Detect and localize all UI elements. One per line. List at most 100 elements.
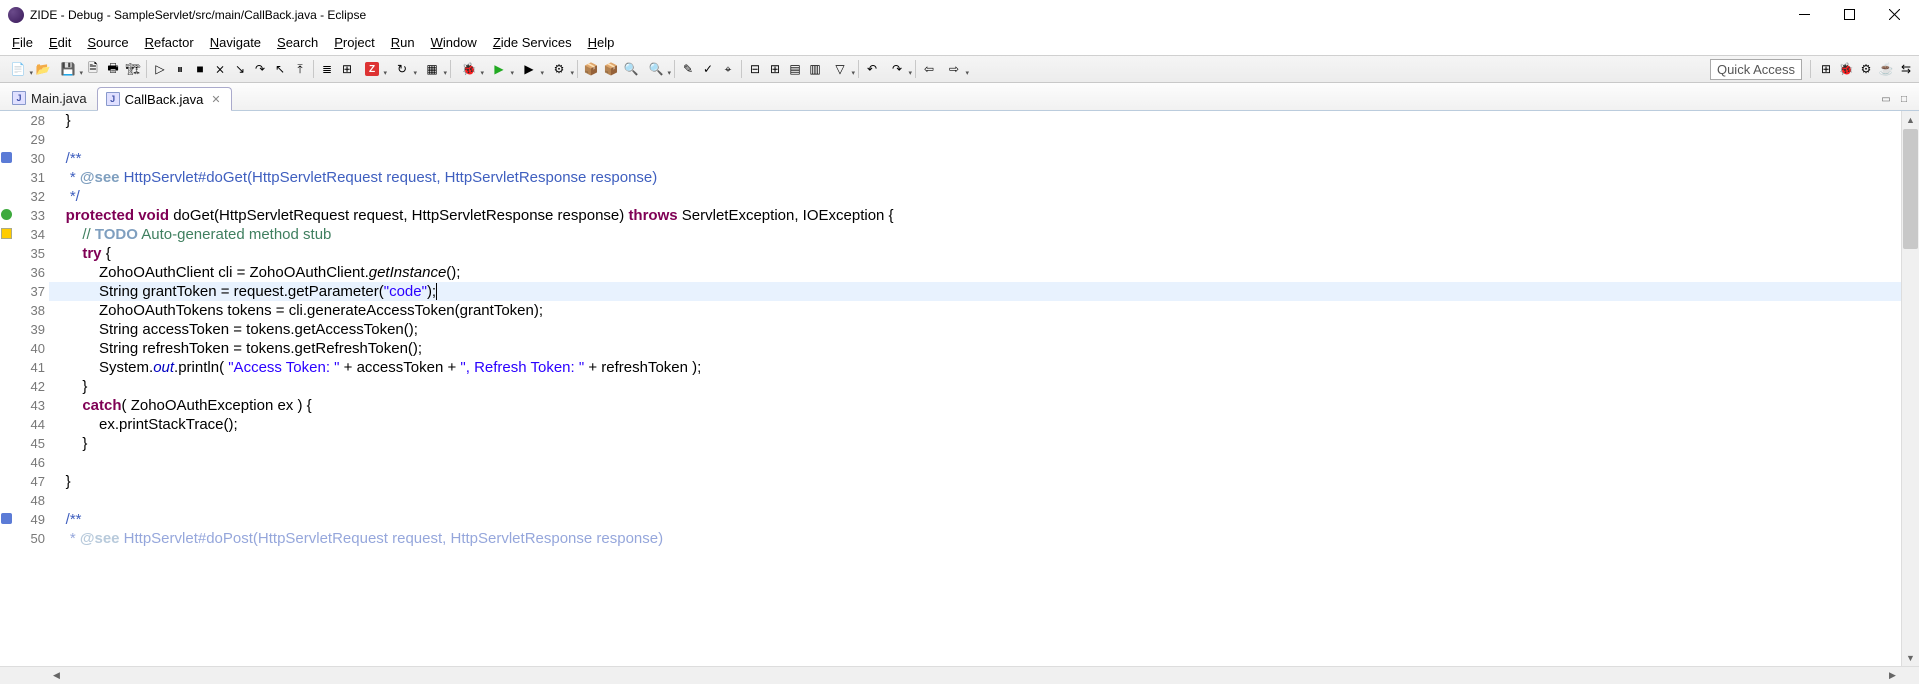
code-line-31[interactable]: * @see HttpServlet#doGet(HttpServletRequ… <box>49 168 1901 187</box>
line-number[interactable]: 32 <box>15 187 45 206</box>
code-line-34[interactable]: // TODO Auto-generated method stub <box>49 225 1901 244</box>
perspective-2-button[interactable]: ⚙ <box>1857 60 1875 78</box>
perspective-0-button[interactable]: ⊞ <box>1817 60 1835 78</box>
annotation-line-49[interactable] <box>0 510 15 529</box>
task-button[interactable]: ✓ <box>699 60 717 78</box>
minimize-view-icon[interactable]: ▭ <box>1879 92 1893 106</box>
code-line-49[interactable]: /** <box>49 510 1901 529</box>
redo-button[interactable]: ↷▾ <box>883 60 911 78</box>
close-button[interactable] <box>1872 0 1917 30</box>
annotation-line-48[interactable] <box>0 491 15 510</box>
line-number-gutter[interactable]: 2829303132333435363738394041424344454647… <box>15 111 49 666</box>
stepin-button[interactable]: ↘ <box>231 60 249 78</box>
code-line-48[interactable] <box>49 491 1901 510</box>
tog2-button[interactable]: ⊞ <box>766 60 784 78</box>
scroll-left-icon[interactable]: ◀ <box>48 667 65 684</box>
line-number[interactable]: 36 <box>15 263 45 282</box>
r1-button[interactable]: ↻▾ <box>388 60 416 78</box>
rundd-button[interactable]: ▶▾ <box>515 60 543 78</box>
annotation-line-39[interactable] <box>0 320 15 339</box>
line-number[interactable]: 37 <box>15 282 45 301</box>
menu-help[interactable]: Help <box>580 32 623 53</box>
annotation-line-43[interactable] <box>0 396 15 415</box>
line-number[interactable]: 44 <box>15 415 45 434</box>
line-number[interactable]: 40 <box>15 339 45 358</box>
code-line-37[interactable]: String grantToken = request.getParameter… <box>49 282 1901 301</box>
undo-button[interactable]: ↶ <box>863 60 881 78</box>
code-line-29[interactable] <box>49 130 1901 149</box>
line-number[interactable]: 33 <box>15 206 45 225</box>
debug-button[interactable]: 🐞▾ <box>455 60 483 78</box>
stepover-button[interactable]: ↷ <box>251 60 269 78</box>
wand-button[interactable]: ✎ <box>679 60 697 78</box>
vertical-thumb[interactable] <box>1903 129 1918 249</box>
line-number[interactable]: 46 <box>15 453 45 472</box>
line-number[interactable]: 28 <box>15 111 45 130</box>
flt-button[interactable]: ▽▾ <box>826 60 854 78</box>
save-button[interactable]: 💾▾ <box>54 60 82 78</box>
horizontal-track[interactable] <box>105 667 1844 684</box>
annotation-line-46[interactable] <box>0 453 15 472</box>
perspective-4-button[interactable]: ⇆ <box>1897 60 1915 78</box>
code-area[interactable]: } /** * @see HttpServlet#doGet(HttpServl… <box>49 111 1901 666</box>
r2-button[interactable]: ▦▾ <box>418 60 446 78</box>
code-line-35[interactable]: try { <box>49 244 1901 263</box>
annotation-line-45[interactable] <box>0 434 15 453</box>
tog3-button[interactable]: ▤ <box>786 60 804 78</box>
line-number[interactable]: 43 <box>15 396 45 415</box>
menu-search[interactable]: Search <box>269 32 326 53</box>
scroll-right-icon[interactable]: ▶ <box>1884 667 1901 684</box>
code-line-40[interactable]: String refreshToken = tokens.getRefreshT… <box>49 339 1901 358</box>
menu-refactor[interactable]: Refactor <box>137 32 202 53</box>
line-number[interactable]: 39 <box>15 320 45 339</box>
code-line-47[interactable]: } <box>49 472 1901 491</box>
code-editor[interactable]: 2829303132333435363738394041424344454647… <box>0 111 1919 666</box>
ext-button[interactable]: ⚙▾ <box>545 60 573 78</box>
code-line-30[interactable]: /** <box>49 149 1901 168</box>
annotation-gutter[interactable] <box>0 111 15 666</box>
code-line-43[interactable]: catch( ZohoOAuthException ex ) { <box>49 396 1901 415</box>
menu-zide-services[interactable]: Zide Services <box>485 32 580 53</box>
line-number[interactable]: 35 <box>15 244 45 263</box>
stop-button[interactable]: ■ <box>191 60 209 78</box>
open-button[interactable]: 📂 <box>34 60 52 78</box>
scroll-down-icon[interactable]: ▼ <box>1902 649 1919 666</box>
code-line-39[interactable]: String accessToken = tokens.getAccessTok… <box>49 320 1901 339</box>
annotation-line-37[interactable] <box>0 282 15 301</box>
build-button[interactable]: 🏗 <box>124 60 142 78</box>
quick-access-input[interactable]: Quick Access <box>1710 59 1802 80</box>
code-line-46[interactable] <box>49 453 1901 472</box>
back-button[interactable]: ⇦ <box>920 60 938 78</box>
annotation-line-40[interactable] <box>0 339 15 358</box>
toggle-button[interactable]: ≣ <box>318 60 336 78</box>
new-button[interactable]: 📄▾ <box>4 60 32 78</box>
annotation-line-33[interactable] <box>0 206 15 225</box>
annotation-line-32[interactable] <box>0 187 15 206</box>
run-button[interactable]: ▶▾ <box>485 60 513 78</box>
annotation-line-31[interactable] <box>0 168 15 187</box>
type-button[interactable]: 🔍 <box>622 60 640 78</box>
perspective-3-button[interactable]: ☕ <box>1877 60 1895 78</box>
pause-button[interactable]: ⏸ <box>171 60 189 78</box>
close-tab-icon[interactable]: ✕ <box>211 93 220 106</box>
disc-button[interactable]: ⨯ <box>211 60 229 78</box>
menu-navigate[interactable]: Navigate <box>202 32 269 53</box>
annotation-line-29[interactable] <box>0 130 15 149</box>
perspective-1-button[interactable]: 🐞 <box>1837 60 1855 78</box>
menu-edit[interactable]: Edit <box>41 32 79 53</box>
drop-button[interactable]: ⤒ <box>291 60 309 78</box>
line-number[interactable]: 30 <box>15 149 45 168</box>
pos-button[interactable]: ⌖ <box>719 60 737 78</box>
tab-callback-java[interactable]: J CallBack.java ✕ <box>97 87 232 111</box>
annotation-line-30[interactable] <box>0 149 15 168</box>
menu-project[interactable]: Project <box>326 32 382 53</box>
line-number[interactable]: 45 <box>15 434 45 453</box>
line-number[interactable]: 31 <box>15 168 45 187</box>
code-line-44[interactable]: ex.printStackTrace(); <box>49 415 1901 434</box>
tog1-button[interactable]: ⊟ <box>746 60 764 78</box>
code-line-33[interactable]: protected void doGet(HttpServletRequest … <box>49 206 1901 225</box>
menu-run[interactable]: Run <box>383 32 423 53</box>
annotation-line-44[interactable] <box>0 415 15 434</box>
menu-file[interactable]: File <box>4 32 41 53</box>
horizontal-scrollbar[interactable]: ◀ ▶ <box>0 666 1919 684</box>
